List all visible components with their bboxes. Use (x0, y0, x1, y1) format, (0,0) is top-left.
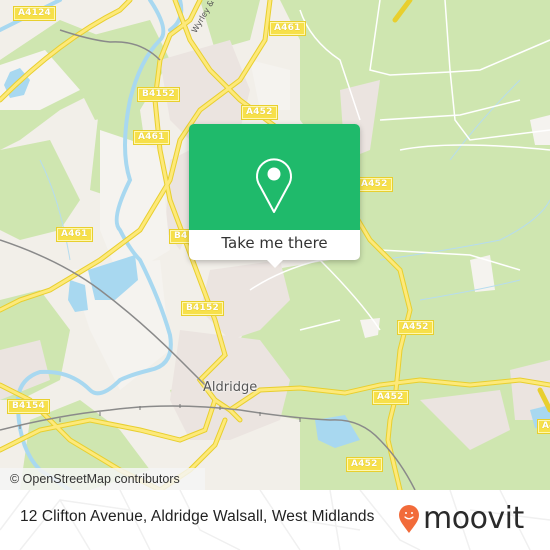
map-view[interactable]: A4124 A461 B4152 A452 A461 A461 B4 A452 … (0, 0, 550, 490)
map-attribution[interactable]: © OpenStreetMap contributors (0, 468, 205, 490)
road-label-a461: A461 (269, 21, 306, 36)
road-label-a461: A461 (133, 130, 170, 145)
road-label-b4154: B4154 (7, 399, 50, 414)
place-label-aldridge: Aldridge (203, 380, 258, 395)
road-label-a452: A452 (372, 390, 409, 405)
road-label-a452: A452 (356, 177, 393, 192)
popup-pointer (266, 259, 284, 268)
road-label-a4: A4 (537, 419, 550, 434)
road-label-a4124: A4124 (12, 6, 57, 21)
moovit-pin-smile-icon (399, 505, 419, 533)
road-label-b4152: B4152 (181, 301, 224, 316)
road-label-a452: A452 (241, 105, 278, 120)
moovit-logo[interactable]: moovit (398, 502, 524, 536)
moovit-wordmark: moovit (423, 501, 524, 536)
map-pin-icon (256, 158, 292, 213)
road-label-a452: A452 (346, 457, 383, 472)
road-label-a452: A452 (397, 320, 434, 335)
popup-header (189, 124, 360, 230)
take-me-there-button[interactable]: Take me there (189, 230, 360, 260)
road-label-b4152: B4152 (137, 87, 180, 102)
address-text: 12 Clifton Avenue, Aldridge Walsall, Wes… (20, 508, 375, 525)
location-popup: Take me there (189, 124, 360, 268)
footer-bar: 12 Clifton Avenue, Aldridge Walsall, Wes… (0, 490, 550, 550)
road-label-a461: A461 (56, 227, 93, 242)
